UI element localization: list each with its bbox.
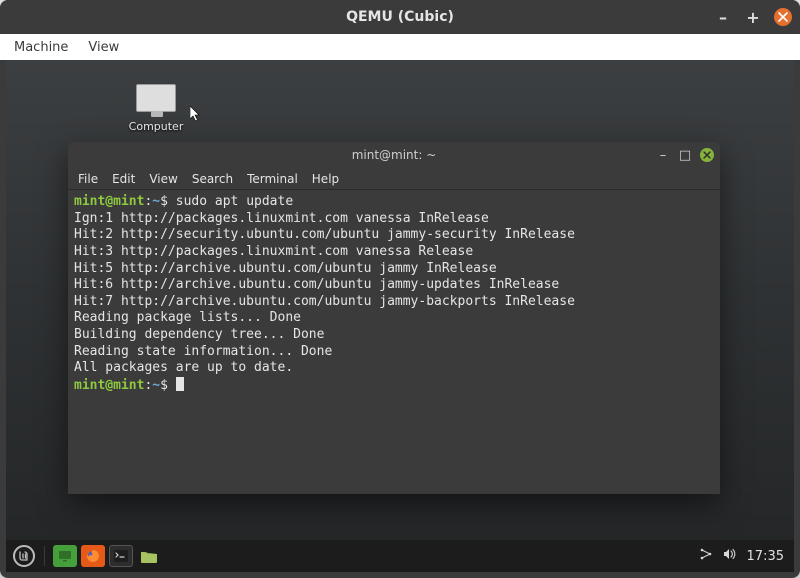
guest-viewport: Computer mint@mint: ~ – □	[6, 60, 794, 572]
qemu-window: QEMU (Cubic) – + Machine View Computer	[0, 0, 800, 578]
taskbar-app-firefox[interactable]	[81, 545, 105, 567]
folder-icon	[140, 549, 158, 563]
term-menu-search[interactable]: Search	[186, 171, 239, 187]
taskbar-app-terminal[interactable]	[109, 545, 133, 567]
network-icon[interactable]	[699, 548, 713, 564]
minimize-button[interactable]: –	[714, 8, 732, 27]
maximize-button[interactable]: +	[744, 8, 762, 27]
computer-icon	[136, 84, 176, 112]
guest-desktop[interactable]: Computer mint@mint: ~ – □	[6, 60, 794, 572]
firefox-icon	[85, 548, 101, 564]
qemu-titlebar[interactable]: QEMU (Cubic) – +	[0, 0, 800, 34]
taskbar-divider	[44, 546, 45, 566]
terminal-maximize-button[interactable]: □	[678, 148, 692, 163]
taskbar-app-files[interactable]	[137, 545, 161, 567]
desktop-icon	[58, 550, 72, 562]
menu-machine[interactable]: Machine	[6, 38, 76, 57]
terminal-window: mint@mint: ~ – □ File Edit View Search T…	[68, 142, 720, 494]
terminal-icon	[114, 550, 128, 562]
term-menu-view[interactable]: View	[143, 171, 183, 187]
taskbar-menu-button[interactable]	[12, 545, 36, 567]
term-menu-help[interactable]: Help	[306, 171, 345, 187]
qemu-menubar: Machine View	[0, 34, 800, 60]
terminal-title: mint@mint: ~	[352, 148, 437, 162]
terminal-window-controls: – □	[656, 148, 714, 163]
taskbar: 17:35	[6, 540, 794, 572]
taskbar-right: 17:35	[699, 548, 794, 564]
qemu-window-controls: – +	[714, 8, 792, 27]
close-button[interactable]	[774, 8, 792, 26]
desktop-icon-label: Computer	[124, 120, 188, 133]
close-icon	[703, 151, 711, 159]
term-menu-file[interactable]: File	[72, 171, 104, 187]
menu-view[interactable]: View	[80, 38, 127, 57]
terminal-body[interactable]: mint@mint:~$ sudo apt update Ign:1 http:…	[68, 190, 720, 494]
term-menu-terminal[interactable]: Terminal	[241, 171, 304, 187]
taskbar-clock[interactable]: 17:35	[747, 549, 784, 564]
taskbar-left	[6, 545, 161, 567]
close-icon	[778, 12, 788, 22]
terminal-minimize-button[interactable]: –	[656, 148, 670, 163]
mouse-cursor-icon	[190, 106, 202, 126]
taskbar-show-desktop[interactable]	[53, 545, 77, 567]
volume-icon[interactable]	[723, 548, 737, 564]
term-menu-edit[interactable]: Edit	[106, 171, 141, 187]
mint-logo-icon	[13, 545, 35, 567]
desktop-icon-computer[interactable]: Computer	[124, 84, 188, 133]
qemu-window-title: QEMU (Cubic)	[0, 9, 800, 25]
terminal-titlebar[interactable]: mint@mint: ~ – □	[68, 142, 720, 168]
terminal-close-button[interactable]	[700, 148, 714, 162]
terminal-menubar: File Edit View Search Terminal Help	[68, 168, 720, 190]
